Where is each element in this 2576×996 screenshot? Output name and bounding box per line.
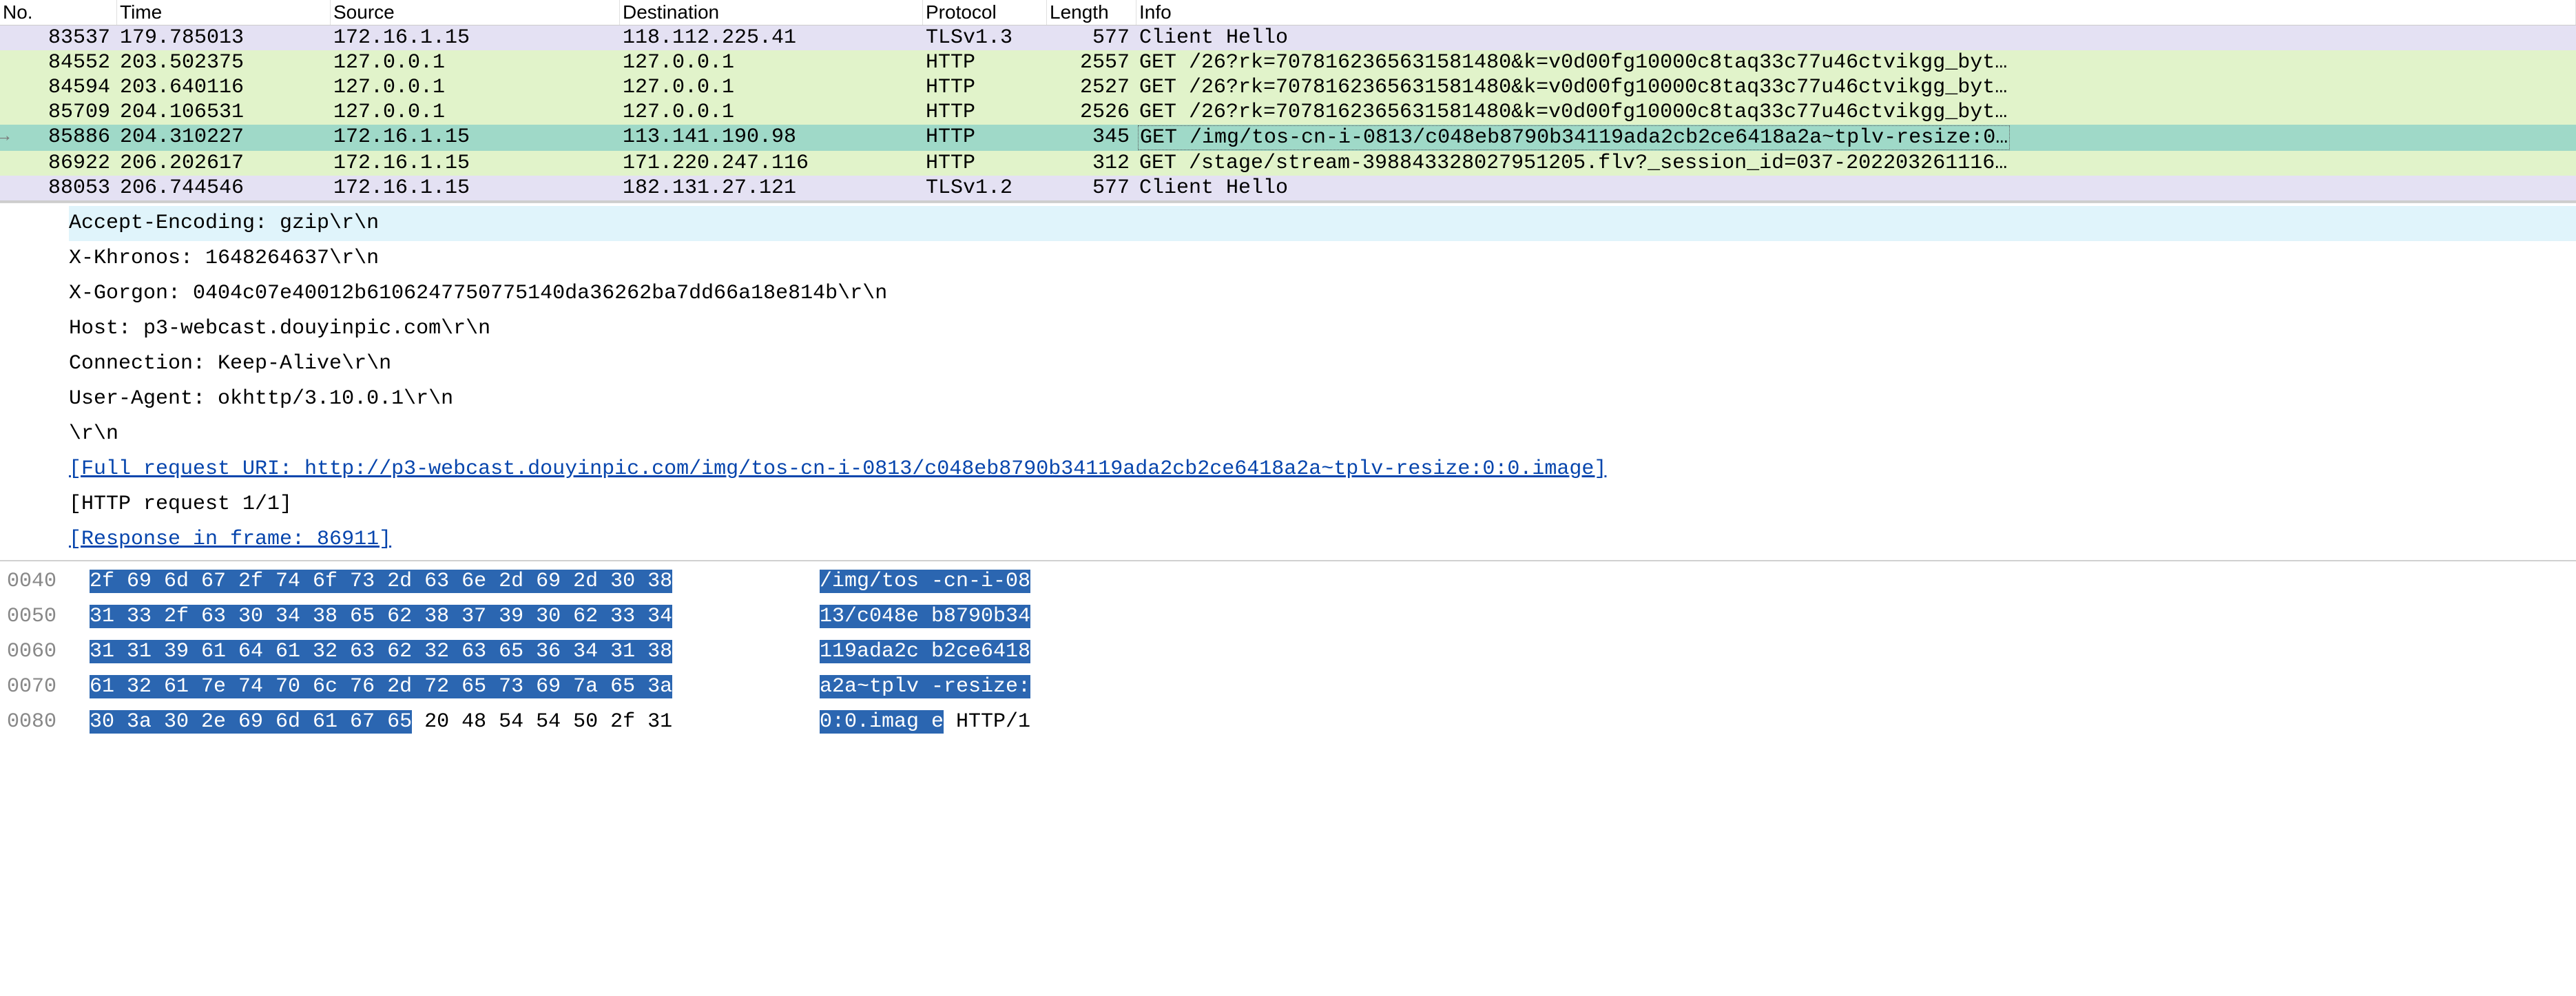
packet-cell: 83537 <box>0 25 117 50</box>
packet-list-header: No. Time Source Destination Protocol Len… <box>0 0 2576 25</box>
col-header-time[interactable]: Time <box>117 0 331 25</box>
packet-cell: 577 <box>1047 25 1136 50</box>
hex-offset: 0080 <box>7 705 90 740</box>
packet-cell-info: GET /img/tos-cn-i-0813/c048eb8790b34119a… <box>1136 125 2576 151</box>
hex-offset: 0040 <box>7 564 90 599</box>
packet-cell: 182.131.27.121 <box>620 176 923 200</box>
packet-cell: 172.16.1.15 <box>331 125 620 151</box>
packet-row[interactable]: 86922206.202617172.16.1.15171.220.247.11… <box>0 151 2576 176</box>
packet-row[interactable]: 85886204.310227172.16.1.15113.141.190.98… <box>0 125 2576 151</box>
packet-cell: 85709 <box>0 100 117 125</box>
packet-row[interactable]: 84552203.502375127.0.0.1127.0.0.1HTTP255… <box>0 50 2576 75</box>
packet-cell: 85886 <box>0 125 117 151</box>
packet-cell: 171.220.247.116 <box>620 151 923 176</box>
packet-cell: HTTP <box>923 75 1047 100</box>
packet-cell-info: GET /stage/stream-398843328027951205.flv… <box>1136 151 2576 176</box>
packet-cell: 206.744546 <box>117 176 331 200</box>
hex-bytes: 31 33 2f 63 30 34 38 65 62 38 37 39 30 6… <box>90 599 820 634</box>
packet-cell: 127.0.0.1 <box>620 75 923 100</box>
packet-cell: 127.0.0.1 <box>331 75 620 100</box>
hex-ascii: a2a~tplv -resize: <box>820 670 1030 705</box>
packet-cell: HTTP <box>923 125 1047 151</box>
packet-cell: TLSv1.3 <box>923 25 1047 50</box>
packet-list-pane: No. Time Source Destination Protocol Len… <box>0 0 2576 202</box>
packet-cell: 127.0.0.1 <box>620 100 923 125</box>
packet-cell: 2527 <box>1047 75 1136 100</box>
packet-cell: 172.16.1.15 <box>331 176 620 200</box>
packet-cell-info: GET /26?rk=7078162365631581480&k=v0d00fg… <box>1136 100 2576 125</box>
col-header-info[interactable]: Info <box>1136 0 2576 25</box>
detail-response-frame[interactable]: [Response in frame: 86911] <box>69 522 2576 557</box>
packet-cell: 172.16.1.15 <box>331 25 620 50</box>
packet-cell: 204.310227 <box>117 125 331 151</box>
packet-cell: 345 <box>1047 125 1136 151</box>
packet-row[interactable]: 84594203.640116127.0.0.1127.0.0.1HTTP252… <box>0 75 2576 100</box>
packet-cell-info: GET /26?rk=7078162365631581480&k=v0d00fg… <box>1136 50 2576 75</box>
packet-cell: 118.112.225.41 <box>620 25 923 50</box>
packet-cell-info: GET /26?rk=7078162365631581480&k=v0d00fg… <box>1136 75 2576 100</box>
detail-full-uri[interactable]: [Full request URI: http://p3-webcast.dou… <box>69 452 2576 487</box>
packet-details-pane[interactable]: Accept-Encoding: gzip\r\n X-Khronos: 164… <box>0 202 2576 561</box>
col-header-length[interactable]: Length <box>1047 0 1136 25</box>
hex-row[interactable]: 008030 3a 30 2e 69 6d 61 67 65 20 48 54 … <box>7 705 2569 740</box>
packet-cell: 312 <box>1047 151 1136 176</box>
detail-crlf[interactable]: \r\n <box>69 417 2576 452</box>
packet-cell-info: Client Hello <box>1136 25 2576 50</box>
packet-cell: 206.202617 <box>117 151 331 176</box>
packet-cell: 179.785013 <box>117 25 331 50</box>
hex-ascii: 13/c048e b8790b34 <box>820 599 1030 634</box>
hex-ascii: 0:0.imag e HTTP/1 <box>820 705 1030 740</box>
col-header-destination[interactable]: Destination <box>620 0 923 25</box>
packet-rows: 83537179.785013172.16.1.15118.112.225.41… <box>0 25 2576 200</box>
packet-cell: TLSv1.2 <box>923 176 1047 200</box>
packet-cell: 2526 <box>1047 100 1136 125</box>
packet-cell: 84552 <box>0 50 117 75</box>
packet-cell-info: Client Hello <box>1136 176 2576 200</box>
detail-connection[interactable]: Connection: Keep-Alive\r\n <box>69 346 2576 382</box>
hex-offset: 0060 <box>7 634 90 670</box>
packet-cell: 127.0.0.1 <box>620 50 923 75</box>
col-header-no[interactable]: No. <box>0 0 117 25</box>
detail-user-agent[interactable]: User-Agent: okhttp/3.10.0.1\r\n <box>69 382 2576 417</box>
packet-cell: 203.640116 <box>117 75 331 100</box>
packet-cell: 127.0.0.1 <box>331 100 620 125</box>
packet-cell: 88053 <box>0 176 117 200</box>
hex-row[interactable]: 005031 33 2f 63 30 34 38 65 62 38 37 39 … <box>7 599 2569 634</box>
packet-row[interactable]: 88053206.744546172.16.1.15182.131.27.121… <box>0 176 2576 200</box>
packet-cell: 2557 <box>1047 50 1136 75</box>
detail-accept-encoding[interactable]: Accept-Encoding: gzip\r\n <box>69 206 2576 241</box>
packet-cell: HTTP <box>923 151 1047 176</box>
hex-bytes: 2f 69 6d 67 2f 74 6f 73 2d 63 6e 2d 69 2… <box>90 564 820 599</box>
hex-offset: 0070 <box>7 670 90 705</box>
hex-row[interactable]: 00402f 69 6d 67 2f 74 6f 73 2d 63 6e 2d … <box>7 564 2569 599</box>
packet-row[interactable]: 85709204.106531127.0.0.1127.0.0.1HTTP252… <box>0 100 2576 125</box>
packet-cell: 577 <box>1047 176 1136 200</box>
hex-bytes: 31 31 39 61 64 61 32 63 62 32 63 65 36 3… <box>90 634 820 670</box>
packet-cell: 203.502375 <box>117 50 331 75</box>
packet-cell: 172.16.1.15 <box>331 151 620 176</box>
packet-cell: 127.0.0.1 <box>331 50 620 75</box>
hex-bytes: 30 3a 30 2e 69 6d 61 67 65 20 48 54 54 5… <box>90 705 820 740</box>
packet-cell: 204.106531 <box>117 100 331 125</box>
packet-row[interactable]: 83537179.785013172.16.1.15118.112.225.41… <box>0 25 2576 50</box>
hex-ascii: /img/tos -cn-i-08 <box>820 564 1030 599</box>
packet-cell: 86922 <box>0 151 117 176</box>
hex-bytes: 61 32 61 7e 74 70 6c 76 2d 72 65 73 69 7… <box>90 670 820 705</box>
packet-cell: HTTP <box>923 50 1047 75</box>
col-header-protocol[interactable]: Protocol <box>923 0 1047 25</box>
packet-cell: 84594 <box>0 75 117 100</box>
hex-dump-pane[interactable]: 00402f 69 6d 67 2f 74 6f 73 2d 63 6e 2d … <box>0 561 2576 743</box>
packet-cell: HTTP <box>923 100 1047 125</box>
hex-row[interactable]: 007061 32 61 7e 74 70 6c 76 2d 72 65 73 … <box>7 670 2569 705</box>
detail-http-request-seq[interactable]: [HTTP request 1/1] <box>69 487 2576 522</box>
hex-row[interactable]: 006031 31 39 61 64 61 32 63 62 32 63 65 … <box>7 634 2569 670</box>
packet-cell: 113.141.190.98 <box>620 125 923 151</box>
detail-x-gorgon[interactable]: X-Gorgon: 0404c07e40012b6106247750775140… <box>69 276 2576 311</box>
hex-ascii: 119ada2c b2ce6418 <box>820 634 1030 670</box>
col-header-source[interactable]: Source <box>331 0 620 25</box>
detail-x-khronos[interactable]: X-Khronos: 1648264637\r\n <box>69 241 2576 276</box>
hex-offset: 0050 <box>7 599 90 634</box>
detail-host[interactable]: Host: p3-webcast.douyinpic.com\r\n <box>69 311 2576 346</box>
